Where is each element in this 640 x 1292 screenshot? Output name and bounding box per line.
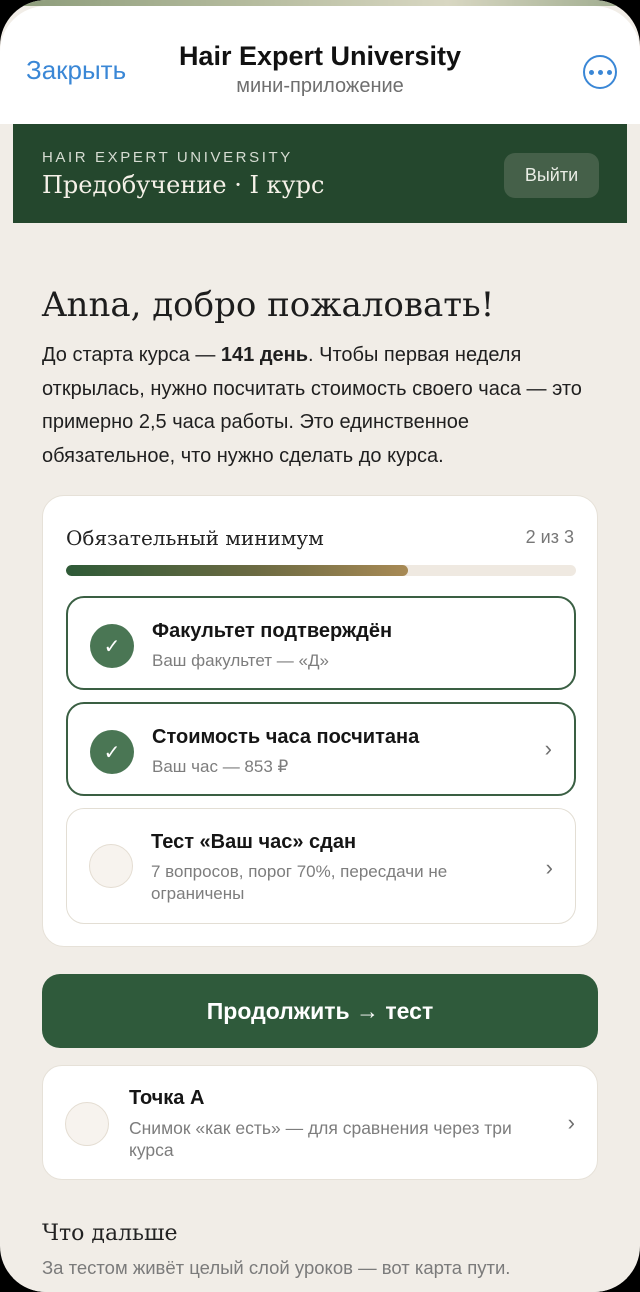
task-hour-test[interactable]: Тест «Ваш час» сдан 7 вопросов, порог 70…: [66, 808, 576, 924]
task-subtitle: Ваш час — 853 ₽: [152, 757, 289, 776]
ellipsis-circle-icon[interactable]: [583, 55, 617, 89]
continue-test-button[interactable]: Продолжить → тест: [42, 974, 598, 1048]
checkmark-icon: ✓: [90, 730, 134, 774]
phone-screen: Закрыть Hair Expert University мини-прил…: [0, 0, 640, 1292]
chevron-right-icon: ›: [544, 736, 552, 761]
app-subtitle: мини-приложение: [236, 75, 404, 97]
chevron-right-icon: ›: [545, 855, 553, 880]
app-title: Hair Expert University: [178, 41, 462, 71]
checkmark-icon: ✓: [90, 624, 134, 668]
next-section-title: Что дальше: [42, 1221, 178, 1246]
empty-circle-icon: [65, 1102, 109, 1146]
next-section-subtitle: За тестом живёт целый слой уроков — вот …: [42, 1257, 511, 1278]
point-a-title: Точка А: [129, 1087, 205, 1109]
course-banner: HAIR EXPERT UNIVERSITY Предобучение · I …: [13, 124, 627, 223]
main-content: Anna, добро пожаловать! До старта курса …: [13, 223, 627, 1292]
logout-button[interactable]: Выйти: [504, 153, 599, 198]
task-subtitle: 7 вопросов, порог 70%, пересдачи не огра…: [151, 862, 448, 903]
requirements-card: Обязательный минимум 2 из 3 ✓ Факультет …: [42, 495, 598, 947]
progress-fill: [66, 565, 408, 576]
intro-prefix: До старта курса —: [42, 344, 221, 366]
banner-kicker: HAIR EXPERT UNIVERSITY: [42, 149, 293, 166]
requirements-count: 2 из 3: [525, 527, 574, 547]
point-a-subtitle: Снимок «как есть» — для сравнения через …: [129, 1118, 512, 1160]
chevron-right-icon: ›: [567, 1110, 575, 1135]
task-title: Факультет подтверждён: [152, 620, 393, 642]
task-hour-cost[interactable]: ✓ Стоимость часа посчитана Ваш час — 853…: [66, 702, 576, 796]
task-subtitle: Ваш факультет — «Д»: [152, 651, 329, 670]
point-a-card[interactable]: Точка А Снимок «как есть» — для сравнени…: [42, 1065, 598, 1180]
task-faculty-confirmed[interactable]: ✓ Факультет подтверждён Ваш факультет — …: [66, 596, 576, 690]
intro-text: До старта курса — 141 день. Чтобы первая…: [42, 339, 602, 473]
days-left: 141 день: [220, 344, 309, 366]
task-title: Тест «Ваш час» сдан: [151, 831, 357, 853]
miniapp-header: Закрыть Hair Expert University мини-прил…: [0, 6, 640, 124]
empty-circle-icon: [89, 844, 133, 888]
banner-title: Предобучение · I курс: [42, 171, 325, 199]
task-title: Стоимость часа посчитана: [152, 726, 420, 748]
requirements-title: Обязательный минимум: [66, 526, 324, 550]
welcome-heading: Anna, добро пожаловать!: [42, 285, 495, 325]
requirements-progress-bar: [66, 565, 576, 576]
